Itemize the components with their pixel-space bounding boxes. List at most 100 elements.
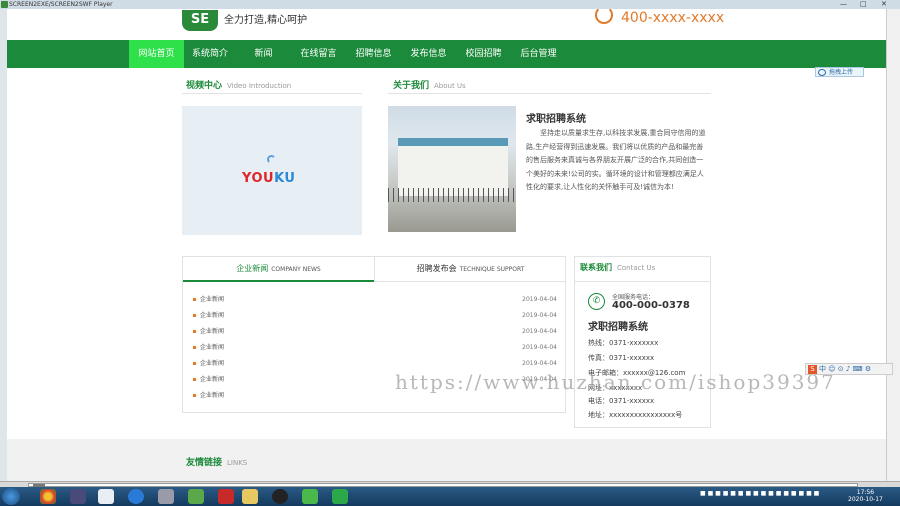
bullet-icon — [193, 298, 196, 301]
nav-item-intro[interactable]: 系统简介 — [184, 40, 236, 68]
nav-item-campus[interactable]: 校园招聘 — [456, 40, 511, 68]
vertical-scrollbar[interactable] — [886, 9, 900, 481]
links-title-text: 友情链接 — [186, 458, 223, 468]
app-icon[interactable] — [158, 489, 174, 504]
links-band — [7, 439, 886, 481]
ime-mode: 中 — [819, 365, 826, 373]
about-title-text: 关于我们 — [393, 81, 430, 91]
bullet-icon — [193, 378, 196, 381]
chrome-icon[interactable] — [40, 489, 56, 504]
news-date: 2019-04-04 — [522, 312, 557, 319]
youku-logo-red: YOU — [242, 171, 275, 186]
upload-label: 拖拽上传 — [829, 69, 854, 76]
sogou-icon: S — [808, 365, 817, 374]
editor-icon[interactable] — [188, 489, 204, 504]
about-section-title: 关于我们 About Us — [393, 78, 466, 91]
youku-logo-blue: KU — [274, 171, 296, 186]
header-phone: 400-xxxx-xxxx — [621, 10, 725, 26]
contact-line: 热线：0371-xxxxxxx — [588, 339, 659, 347]
tab-label: 企业新闻 — [236, 264, 269, 273]
site-slogan: 全力打造,精心呵护 — [224, 15, 308, 26]
news-title: 企业新闻 — [200, 312, 225, 319]
bullet-icon — [193, 362, 196, 365]
video-subtitle: Video Introduction — [227, 82, 292, 90]
tab-label: 招聘发布会 — [416, 264, 457, 273]
phone-icon — [595, 9, 613, 24]
clock-date: 2020-10-17 — [848, 496, 883, 503]
contact-section-title: 联系我们 Contact Us — [575, 257, 710, 282]
nav-item-jobs[interactable]: 招聘信息 — [346, 40, 401, 68]
list-item[interactable]: 企业新闻 2019-04-04 — [193, 358, 557, 370]
bullet-icon — [193, 346, 196, 349]
app-icon — [1, 1, 8, 8]
minimize-button[interactable]: — — [840, 0, 847, 9]
contact-panel: 联系我们 Contact Us ✆ 全国服务电话： 400-000-0378 求职… — [574, 256, 711, 428]
divider — [182, 93, 362, 94]
contact-company-name: 求职招聘系统 — [588, 322, 648, 333]
news-title: 企业新闻 — [200, 328, 225, 335]
nav-item-publish[interactable]: 发布信息 — [401, 40, 456, 68]
company-photo — [388, 106, 516, 232]
youku-logo: YOUKU — [242, 171, 295, 186]
list-item[interactable]: 企业新闻 2019-04-04 — [193, 342, 557, 354]
nav-item-message[interactable]: 在线留言 — [291, 40, 346, 68]
news-date: 2019-04-04 — [522, 296, 557, 303]
main-nav: 网站首页 系统简介 新闻 在线留言 招聘信息 发布信息 校园招聘 后台管理 — [7, 40, 886, 68]
taskbar: ■ ■ ■ ■ ■ ■ ■ ■ ■ ■ ■ ■ ■ ■ ■ ■ 17:56 202… — [0, 487, 900, 506]
contact-title-text: 联系我们 — [580, 263, 612, 272]
nav-item-home[interactable]: 网站首页 — [129, 40, 184, 68]
links-subtitle: LINKS — [227, 459, 248, 467]
bullet-icon — [193, 330, 196, 333]
window-titlebar: SCREEN2EXE/SCREEN2SWF Player — □ ✕ — [0, 0, 900, 9]
about-heading: 求职招聘系统 — [526, 114, 586, 125]
contact-line: 传真：0371-xxxxxx — [588, 354, 655, 362]
news-title: 企业新闻 — [200, 360, 225, 367]
folder-icon[interactable] — [242, 489, 258, 504]
clock-time: 17:56 — [856, 489, 875, 496]
news-date: 2019-04-04 — [522, 360, 557, 367]
about-text: 坚持走以质量求生存,以科技求发展,重合同守信用的道路,生产经营得到迅速发展。我们… — [526, 129, 706, 191]
phone-icon: ✆ — [588, 293, 605, 310]
start-button[interactable] — [2, 488, 20, 505]
nav-item-admin[interactable]: 后台管理 — [511, 40, 566, 68]
list-item[interactable]: 企业新闻 2019-04-04 — [193, 326, 557, 338]
watermark-text: https://www.huzhan.com/ishop39397 — [395, 370, 836, 394]
bullet-icon — [193, 394, 196, 397]
contact-line: 电话：0371-xxxxxx — [588, 397, 655, 405]
news-title: 企业新闻 — [200, 376, 225, 383]
qq-icon[interactable] — [272, 489, 288, 504]
site-header: SE 全力打造,精心呵护 400-xxxx-xxxx — [7, 9, 886, 40]
tab-en-label: TECHNIQUE SUPPORT — [459, 266, 525, 273]
loading-spinner-icon — [267, 155, 276, 164]
player-icon[interactable] — [332, 489, 348, 504]
browser-icon[interactable] — [128, 489, 144, 504]
divider — [388, 93, 711, 94]
nav-item-news[interactable]: 新闻 — [236, 40, 291, 68]
flash-icon[interactable] — [218, 489, 234, 504]
player-window: SCREEN2EXE/SCREEN2SWF Player — □ ✕ SE 全力… — [0, 0, 900, 506]
news-date: 2019-04-04 — [522, 328, 557, 335]
news-title: 企业新闻 — [200, 344, 225, 351]
app-icon[interactable] — [70, 489, 86, 504]
news-date: 2019-04-04 — [522, 344, 557, 351]
video-title-text: 视频中心 — [186, 81, 223, 91]
site-logo[interactable]: SE — [182, 10, 218, 31]
close-button[interactable]: ✕ — [881, 0, 887, 9]
baidu-netdisk-icon[interactable] — [98, 489, 114, 504]
website-page: SE 全力打造,精心呵护 400-xxxx-xxxx 网站首页 系统简介 新闻 … — [7, 9, 886, 481]
drag-upload-button[interactable]: 拖拽上传 — [815, 67, 864, 77]
list-item[interactable]: 企业新闻 2019-04-04 — [193, 310, 557, 322]
wechat-icon[interactable] — [302, 489, 318, 504]
gate-shape — [388, 188, 516, 202]
system-tray[interactable]: ■ ■ ■ ■ ■ ■ ■ ■ ■ ■ ■ ■ ■ ■ ■ ■ — [700, 490, 819, 497]
ime-toolbar[interactable]: S中 ☺ ⊙ ♪ ⌨ ⚙ — [805, 363, 893, 375]
window-title: SCREEN2EXE/SCREEN2SWF Player — [9, 1, 113, 8]
maximize-button[interactable]: □ — [860, 0, 867, 9]
list-item[interactable]: 企业新闻 2019-04-04 — [193, 294, 557, 306]
video-section-title: 视频中心 Video Introduction — [186, 78, 291, 91]
video-player[interactable]: YOUKU — [182, 106, 362, 235]
tab-recruit-conference[interactable]: 招聘发布会 TECHNIQUE SUPPORT — [374, 257, 566, 282]
taskbar-clock[interactable]: 17:56 2020-10-17 — [848, 489, 883, 503]
news-title: 企业新闻 — [200, 296, 225, 303]
tab-company-news[interactable]: 企业新闻 COMPANY NEWS — [183, 257, 374, 282]
